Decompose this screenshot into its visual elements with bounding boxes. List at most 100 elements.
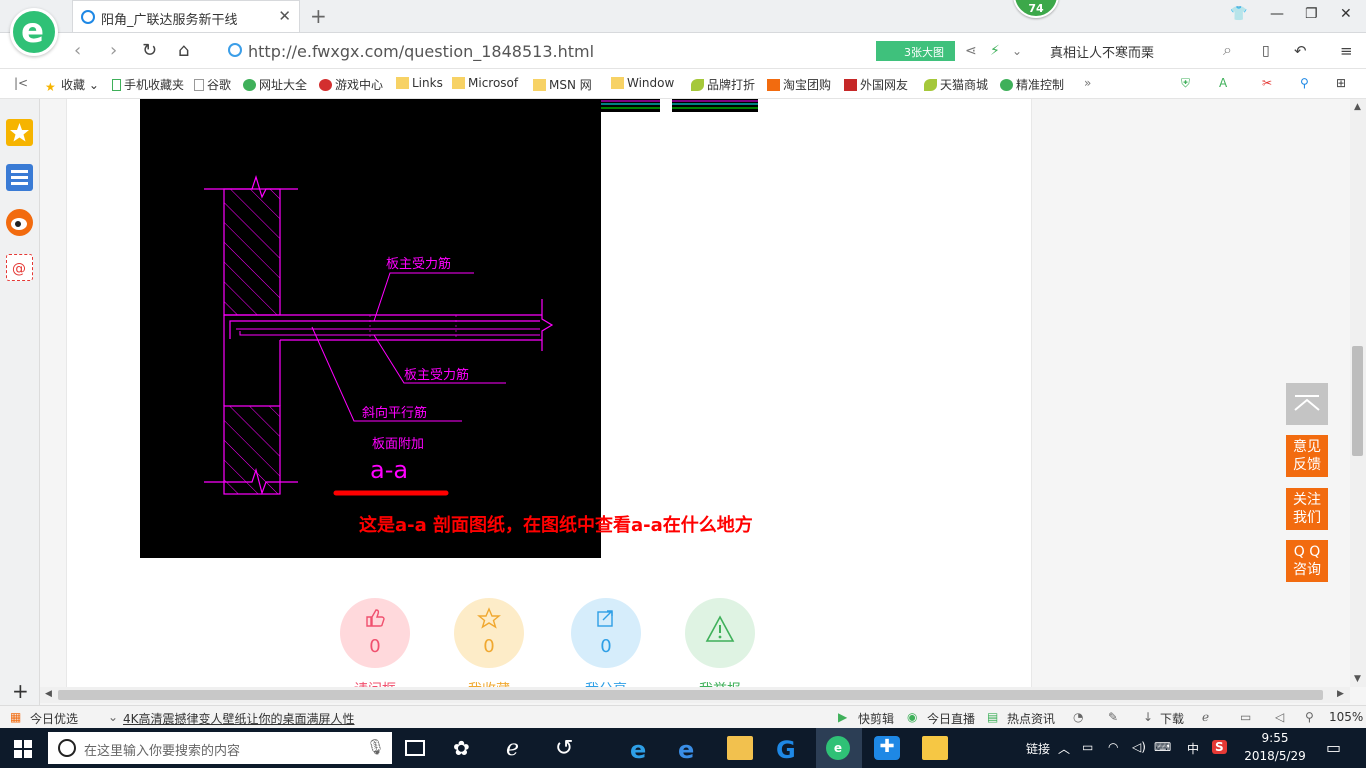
home-icon[interactable]: ⌂: [178, 40, 189, 61]
close-window-button[interactable]: ✕: [1340, 6, 1352, 22]
notification-center-icon[interactable]: ▭: [1326, 738, 1341, 757]
bookmark-item[interactable]: 网址大全: [243, 76, 307, 93]
more-bookmarks-icon[interactable]: »: [1084, 76, 1091, 90]
lightning-icon[interactable]: ⚡: [990, 43, 1000, 59]
news-ticker-link[interactable]: 4K高清震撼律变人壁纸让你的桌面满屏人性: [123, 710, 355, 727]
bookmark-folder[interactable]: Links: [396, 76, 443, 90]
like-button[interactable]: 0: [340, 598, 410, 668]
chevron-down-icon[interactable]: ⌄: [108, 710, 118, 724]
scroll-down-arrow-icon[interactable]: ▼: [1354, 674, 1361, 684]
favorites-star-icon[interactable]: [6, 119, 33, 146]
scissors-icon[interactable]: ✂: [1262, 76, 1272, 90]
task-view-icon[interactable]: [405, 740, 425, 756]
bookmark-item[interactable]: 谷歌: [194, 76, 231, 93]
scroll-up-arrow-icon[interactable]: ▲: [1354, 102, 1361, 112]
weibo-icon[interactable]: [6, 209, 33, 236]
bookmark-folder[interactable]: MSN 网: [533, 76, 592, 93]
notification-badge[interactable]: 74: [1013, 0, 1059, 18]
notes-app-icon[interactable]: [922, 736, 948, 760]
email-icon[interactable]: @: [6, 254, 33, 281]
share-button[interactable]: 0: [571, 598, 641, 668]
battery-icon[interactable]: ▭: [1082, 740, 1093, 754]
big-image-button[interactable]: 3张大图: [876, 41, 955, 61]
links-toolbar[interactable]: 链接: [1026, 740, 1050, 757]
apps-grid-icon[interactable]: ⊞: [1336, 76, 1346, 90]
forward-arrow-icon[interactable]: ›: [110, 40, 117, 61]
spiral-app-icon[interactable]: ↺: [555, 736, 581, 761]
today-picks[interactable]: 今日优选: [30, 710, 78, 727]
file-explorer-icon[interactable]: [727, 736, 753, 760]
bookmark-item[interactable]: 天猫商城: [924, 76, 988, 93]
report-button[interactable]: [685, 598, 755, 668]
ime-indicator[interactable]: 中: [1187, 740, 1199, 757]
bookmark-folder[interactable]: Microsof: [452, 76, 518, 90]
bookmark-item[interactable]: 手机收藏夹: [112, 76, 184, 93]
feedback-button[interactable]: 意见 反馈: [1286, 435, 1328, 477]
back-arrow-icon[interactable]: ‹: [74, 40, 81, 61]
g-app-icon[interactable]: G: [776, 736, 802, 764]
qq-consult-button[interactable]: Q Q 咨询: [1286, 540, 1328, 582]
add-sidebar-item-icon[interactable]: +: [12, 679, 29, 703]
tray-expand-icon[interactable]: ︿: [1058, 740, 1070, 757]
scroll-left-arrow-icon[interactable]: ◀: [45, 689, 52, 699]
zoom-icon[interactable]: ⚲: [1305, 710, 1314, 724]
active-browser-task[interactable]: e: [816, 728, 862, 768]
search-icon[interactable]: ⌕: [1223, 40, 1232, 60]
edge-icon[interactable]: e: [630, 736, 656, 764]
bookmark-item[interactable]: ★ 收藏 ⌄: [45, 76, 99, 94]
live-link[interactable]: 今日直播: [927, 710, 975, 727]
restore-button[interactable]: ❐: [1305, 6, 1318, 22]
menu-icon[interactable]: ≡: [1340, 42, 1353, 60]
bookmark-folder[interactable]: Window: [611, 76, 674, 90]
chevron-down-icon[interactable]: ⌄: [1012, 44, 1022, 58]
new-tab-button[interactable]: +: [310, 4, 327, 28]
horizontal-scroll-thumb[interactable]: [58, 690, 1323, 700]
undo-icon[interactable]: ↶: [1294, 42, 1307, 60]
shield-icon[interactable]: ⛨: [1181, 76, 1190, 91]
speed-icon[interactable]: ◔: [1073, 710, 1083, 724]
mobile-icon[interactable]: ▯: [1262, 43, 1270, 59]
shirt-skin-icon[interactable]: 👕: [1230, 6, 1247, 22]
taskbar-search-field[interactable]: 在这里输入你要搜索的内容 🎙: [48, 732, 392, 764]
clock-date[interactable]: 2018/5/29: [1244, 749, 1306, 763]
download-link[interactable]: 下载: [1160, 710, 1184, 727]
microphone-icon[interactable]: 🎙: [366, 738, 385, 756]
clock-time[interactable]: 9:55: [1250, 731, 1300, 745]
browser-tab[interactable]: 阳角_广联达服务新干线 ✕: [72, 0, 300, 32]
browser-e-icon[interactable]: ℯ: [506, 736, 532, 761]
zoom-level[interactable]: 105%: [1329, 710, 1363, 724]
bookmark-item[interactable]: 外国网友: [844, 76, 908, 93]
scroll-right-arrow-icon[interactable]: ▶: [1337, 689, 1344, 699]
plus-app-icon[interactable]: ✚: [874, 736, 900, 760]
search-field[interactable]: 真相让人不寒而栗 ⌕: [1040, 38, 1240, 64]
kuaijian-link[interactable]: 快剪辑: [858, 710, 894, 727]
hot-news-link[interactable]: 热点资讯: [1007, 710, 1055, 727]
windows-start-icon[interactable]: [14, 740, 32, 758]
magnifier-icon[interactable]: ⚲: [1300, 76, 1309, 90]
reader-list-icon[interactable]: [6, 164, 33, 191]
browser-logo[interactable]: e: [10, 8, 58, 56]
minimize-button[interactable]: —: [1270, 6, 1284, 22]
wifi-icon[interactable]: ◠: [1108, 740, 1118, 754]
back-to-top-button[interactable]: [1286, 383, 1328, 425]
window-icon[interactable]: ▭: [1240, 710, 1251, 724]
keyboard-icon[interactable]: ⌨: [1154, 740, 1171, 754]
close-tab-icon[interactable]: ✕: [278, 7, 291, 25]
bookmark-item[interactable]: 淘宝团购: [767, 76, 831, 93]
sidebar-toggle-icon[interactable]: |<: [14, 76, 28, 90]
vertical-scroll-thumb[interactable]: [1352, 346, 1363, 456]
refresh-icon[interactable]: ↻: [142, 40, 157, 61]
pin-icon[interactable]: ✎: [1108, 710, 1118, 724]
bookmark-item[interactable]: 精准控制: [1000, 76, 1064, 93]
ie-mode-icon[interactable]: ℯ: [1202, 710, 1209, 724]
cad-section-drawing[interactable]: 板主受力筋 板主受力筋 斜向平行筋 板面附加 a-a: [140, 99, 601, 558]
fan-app-icon[interactable]: ✿: [453, 736, 479, 760]
volume-icon[interactable]: ◁): [1132, 740, 1146, 754]
share-icon[interactable]: ⋖: [965, 43, 977, 59]
translate-icon[interactable]: A: [1219, 76, 1227, 90]
mute-icon[interactable]: ◁: [1275, 710, 1284, 724]
bookmark-item[interactable]: 品牌打折: [691, 76, 755, 93]
sogou-ime-icon[interactable]: S: [1212, 740, 1227, 754]
bookmark-item[interactable]: 游戏中心: [319, 76, 383, 93]
follow-us-button[interactable]: 关注 我们: [1286, 488, 1328, 530]
